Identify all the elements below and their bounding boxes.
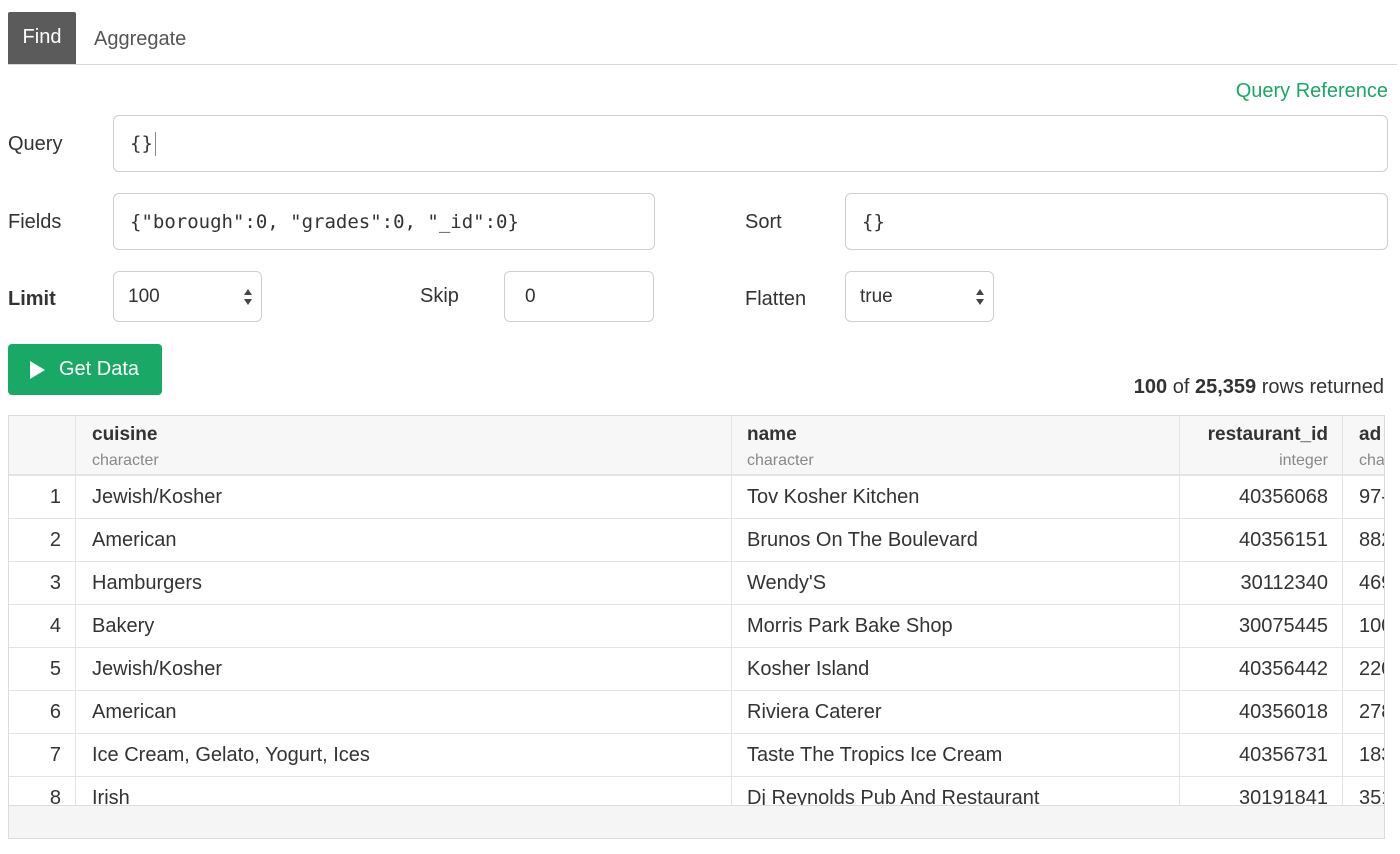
sort-input-value: {}	[862, 210, 885, 233]
rows-shown-count: 100	[1133, 376, 1168, 398]
cell-restaurant-id: 30191841	[1180, 777, 1343, 806]
row-index: 5	[9, 648, 76, 690]
sort-input[interactable]: {}	[845, 193, 1388, 250]
header-cell-index	[9, 416, 76, 474]
grid-header: cuisine character name character restaur…	[9, 416, 1384, 476]
cell-restaurant-id: 40356018	[1180, 691, 1343, 733]
table-row[interactable]: 3 Hamburgers Wendy'S 30112340 469	[9, 562, 1384, 605]
cell-address: 351	[1359, 787, 1384, 806]
header-cell-address[interactable]: ad cha	[1343, 416, 1385, 474]
table-row[interactable]: 6 American Riviera Caterer 40356018 278	[9, 691, 1384, 734]
text-caret	[154, 131, 156, 156]
tab-find[interactable]: Find	[8, 12, 76, 64]
row-index: 6	[9, 691, 76, 733]
row-index: 1	[9, 476, 76, 518]
cell-cuisine: Bakery	[76, 605, 732, 647]
rows-of-text: of	[1172, 376, 1190, 398]
grid-body: 1 Jewish/Kosher Tov Kosher Kitchen 40356…	[9, 476, 1384, 806]
cell-address: 220	[1359, 658, 1384, 680]
rows-returned-status: 100 of 25,359 rows returned	[1134, 376, 1384, 399]
query-reference-link[interactable]: Query Reference	[1236, 80, 1388, 103]
sort-label: Sort	[745, 211, 782, 233]
column-name: restaurant_id	[1207, 424, 1328, 445]
skip-input-value: 0	[525, 285, 536, 307]
cell-cuisine: American	[76, 519, 732, 561]
fields-label: Fields	[8, 211, 62, 233]
cell-cuisine: Ice Cream, Gelato, Yogurt, Ices	[76, 734, 732, 776]
rows-total-count: 25,359	[1194, 376, 1257, 398]
cell-name: Dj Reynolds Pub And Restaurant	[732, 777, 1180, 806]
cell-restaurant-id: 40356442	[1180, 648, 1343, 690]
row-index: 7	[9, 734, 76, 776]
column-name: ad	[1359, 424, 1382, 445]
query-label: Query	[8, 133, 63, 155]
column-type: character	[92, 452, 159, 469]
cell-restaurant-id: 30075445	[1180, 605, 1343, 647]
limit-select-value: 100	[128, 285, 160, 307]
play-icon	[30, 361, 45, 379]
column-name: cuisine	[92, 424, 158, 445]
table-row[interactable]: 2 American Brunos On The Boulevard 40356…	[9, 519, 1384, 562]
flatten-label: Flatten	[745, 288, 807, 310]
cell-address: 100	[1359, 615, 1384, 637]
header-cell-name[interactable]: name character	[732, 416, 1180, 474]
table-row[interactable]: 4 Bakery Morris Park Bake Shop 30075445 …	[9, 605, 1384, 648]
column-type: character	[747, 452, 814, 469]
cell-cuisine: Irish	[76, 777, 732, 806]
row-index: 3	[9, 562, 76, 604]
cell-address: 97-	[1359, 486, 1384, 508]
get-data-button[interactable]: Get Data	[8, 344, 162, 395]
skip-input[interactable]: 0	[504, 271, 654, 322]
limit-select[interactable]: 100	[113, 271, 262, 322]
fields-input[interactable]: {"borough":0, "grades":0, "_id":0}	[113, 193, 655, 250]
cell-cuisine: American	[76, 691, 732, 733]
flatten-select-value: true	[860, 285, 893, 307]
cell-address: 469	[1359, 572, 1384, 594]
cell-cuisine: Jewish/Kosher	[76, 648, 732, 690]
cell-name: Tov Kosher Kitchen	[732, 476, 1180, 518]
rows-suffix-text: rows returned	[1261, 376, 1384, 398]
table-row[interactable]: 8 Irish Dj Reynolds Pub And Restaurant 3…	[9, 777, 1384, 806]
get-data-button-label: Get Data	[59, 358, 140, 380]
table-row[interactable]: 1 Jewish/Kosher Tov Kosher Kitchen 40356…	[9, 476, 1384, 519]
row-index: 2	[9, 519, 76, 561]
cell-restaurant-id: 30112340	[1180, 562, 1343, 604]
cell-name: Morris Park Bake Shop	[732, 605, 1180, 647]
cell-address: 278	[1359, 701, 1384, 723]
query-input[interactable]: {}	[113, 115, 1388, 172]
header-cell-cuisine[interactable]: cuisine character	[76, 416, 732, 474]
table-row[interactable]: 5 Jewish/Kosher Kosher Island 40356442 2…	[9, 648, 1384, 691]
cell-name: Kosher Island	[732, 648, 1180, 690]
skip-label: Skip	[420, 285, 459, 307]
column-name: name	[747, 424, 797, 445]
query-input-value: {}	[130, 132, 153, 154]
cell-restaurant-id: 40356068	[1180, 476, 1343, 518]
cell-address: 183	[1359, 744, 1384, 766]
cell-name: Riviera Caterer	[732, 691, 1180, 733]
cell-name: Wendy'S	[732, 562, 1180, 604]
tab-aggregate[interactable]: Aggregate	[78, 12, 202, 64]
row-index: 4	[9, 605, 76, 647]
cell-restaurant-id: 40356731	[1180, 734, 1343, 776]
flatten-select[interactable]: true	[845, 271, 994, 322]
cell-restaurant-id: 40356151	[1180, 519, 1343, 561]
cell-address: 882	[1359, 529, 1384, 551]
cell-name: Taste The Tropics Ice Cream	[732, 734, 1180, 776]
column-type: integer	[1279, 452, 1328, 469]
cell-cuisine: Jewish/Kosher	[76, 476, 732, 518]
header-cell-restaurant-id[interactable]: restaurant_id integer	[1180, 416, 1343, 474]
data-grid: cuisine character name character restaur…	[8, 415, 1385, 811]
table-row[interactable]: 7 Ice Cream, Gelato, Yogurt, Ices Taste …	[9, 734, 1384, 777]
row-index: 8	[9, 777, 76, 806]
cell-name: Brunos On The Boulevard	[732, 519, 1180, 561]
mode-tabs: Find Aggregate	[8, 12, 1397, 65]
select-arrows-icon	[976, 288, 984, 305]
column-type: cha	[1359, 452, 1385, 469]
fields-input-value: {"borough":0, "grades":0, "_id":0}	[130, 210, 519, 233]
grid-horizontal-scrollbar[interactable]	[8, 805, 1385, 839]
cell-cuisine: Hamburgers	[76, 562, 732, 604]
limit-label: Limit	[8, 288, 56, 310]
select-arrows-icon	[244, 288, 252, 305]
